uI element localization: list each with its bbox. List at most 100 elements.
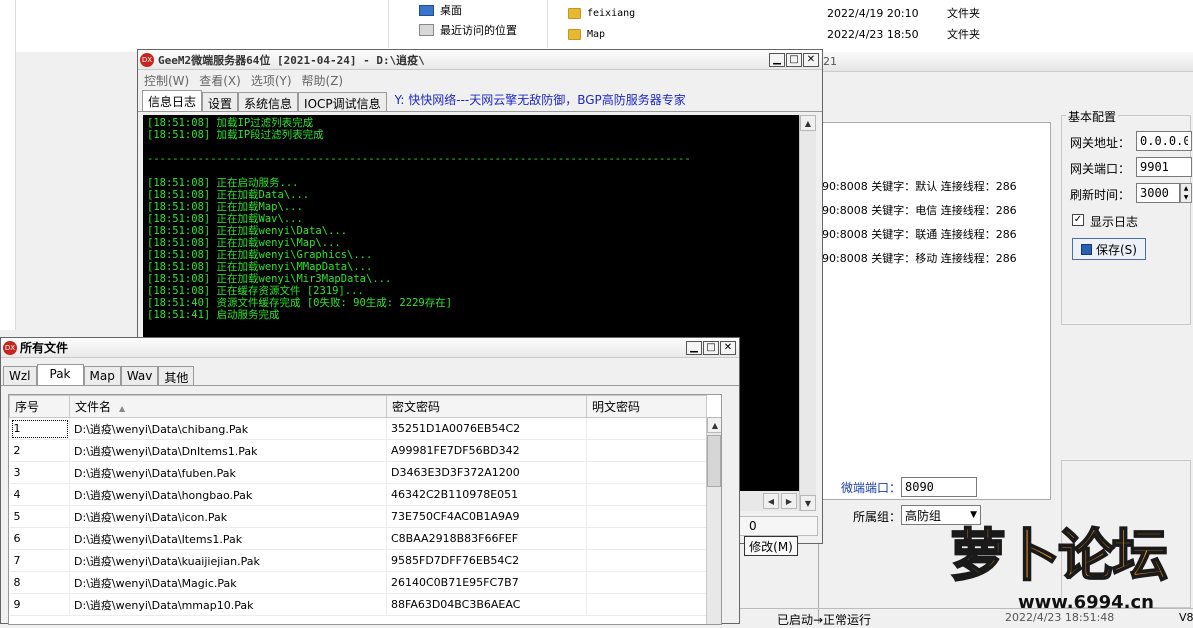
cell-no: 3 bbox=[9, 461, 70, 484]
cell-cipher: 46342C2B110978E051 bbox=[386, 483, 587, 506]
table-row[interactable]: 5 D:\逍疫\wenyi\Data\icon.Pak 73E750CF4AC0B1… bbox=[9, 505, 707, 528]
cell-name: D:\逍疫\wenyi\Data\Magic.Pak bbox=[69, 571, 387, 594]
log-line: [18:51:08] 正在缓存资源文件 [2319]... bbox=[147, 285, 364, 297]
tab-system-info[interactable]: 系统信息 bbox=[238, 92, 299, 111]
cell-cipher: 26140C0B71E95FC7B7 bbox=[386, 571, 587, 594]
cell-cipher: 73E750CF4AC0B1A9A9 bbox=[386, 505, 587, 528]
refresh-spinner[interactable]: ▲ ▼ bbox=[1180, 183, 1192, 203]
files-table: 序号 文件名 ▲ 密文密码 明文密码 1 D:\逍疫\wenyi\Data\chib… bbox=[9, 395, 707, 616]
server-titlebar: DX GeeM2微端服务器64位 [2021-04-24] - D:\逍疫\ ▁… bbox=[138, 50, 822, 70]
gateway-port-input[interactable] bbox=[1136, 157, 1192, 177]
app-logo-icon: DX bbox=[140, 52, 154, 67]
col-no[interactable]: 序号 bbox=[9, 395, 70, 418]
watermark-title: 萝卜论坛 bbox=[949, 523, 1169, 590]
watermark-url: www.6994.cn bbox=[1018, 592, 1154, 613]
table-row[interactable]: 7 D:\逍疫\wenyi\Data\kuaijiejian.Pak 9585FD7… bbox=[9, 549, 707, 572]
gateway-addr-label: 网关地址： bbox=[1070, 136, 1131, 150]
cell-plain bbox=[586, 439, 707, 462]
modify-button[interactable]: 修改(M) bbox=[744, 536, 798, 556]
file-row-feixiang[interactable]: feixiang 2022/4/19 20:10 文件夹 bbox=[568, 5, 980, 21]
save-button[interactable]: 保存(S) bbox=[1072, 238, 1146, 260]
minimize-button[interactable]: ▁ bbox=[769, 52, 785, 67]
minimize-button[interactable]: ▁ bbox=[686, 340, 702, 355]
menu-control[interactable]: 控制(W) bbox=[144, 72, 189, 89]
cell-name: D:\逍疫\wenyi\Data\Items1.Pak bbox=[69, 527, 387, 550]
col-filename[interactable]: 文件名 ▲ bbox=[69, 395, 387, 418]
connection-row: 90:8008 关键字：联通 连接线程：286 bbox=[822, 228, 1017, 241]
log-scrollbar[interactable]: ▲ ▼ bbox=[799, 115, 816, 511]
desktop-icon bbox=[419, 4, 434, 16]
cell-name: D:\逍疫\wenyi\Data\kuaijiejian.Pak bbox=[69, 549, 387, 572]
app-logo-icon: DX bbox=[3, 340, 17, 355]
tab-map[interactable]: Map bbox=[83, 366, 121, 385]
server-title: GeeM2微端服务器64位 [2021-04-24] - D:\逍疫\ bbox=[158, 53, 425, 67]
refresh-time-input[interactable] bbox=[1136, 183, 1180, 203]
table-row[interactable]: 3 D:\逍疫\wenyi\Data\fuben.Pak D3463E3D3F372… bbox=[9, 461, 707, 484]
cell-cipher: 88FA63D04BC3B6AEAC bbox=[386, 593, 587, 616]
folder-icon bbox=[568, 7, 581, 19]
log-hscrollbar[interactable]: ◀ ▶ bbox=[738, 491, 799, 511]
scroll-thumb[interactable] bbox=[707, 435, 721, 487]
close-button[interactable]: ✕ bbox=[803, 52, 819, 67]
scroll-left-icon[interactable]: ◀ bbox=[763, 493, 779, 509]
cell-cipher: 35251D1A0076EB54C2 bbox=[386, 417, 587, 440]
tab-info-log[interactable]: 信息日志 bbox=[142, 90, 203, 111]
table-row[interactable]: 4 D:\逍疫\wenyi\Data\hongbao.Pak 46342C2B110… bbox=[9, 483, 707, 506]
folder-icon bbox=[568, 28, 581, 40]
cell-plain bbox=[586, 483, 707, 506]
nav-item-recent[interactable]: 最近访问的位置 bbox=[419, 22, 517, 38]
ad-banner[interactable]: Y: 快快网络---天网云擎无敌防御，BGP高防服务器专家 bbox=[395, 91, 686, 108]
explorer-window: 桌面 最近访问的位置 feixiang 2022/4/19 20:10 文件夹 … bbox=[0, 0, 1193, 330]
tab-wzl[interactable]: Wzl bbox=[3, 366, 37, 385]
menu-options[interactable]: 选项(Y) bbox=[251, 72, 292, 89]
server-tabbar: 信息日志 设置 系统信息 IOCP调试信息 Y: 快快网络---天网云擎无敌防御… bbox=[138, 90, 822, 112]
gateway-titlebar: 21 bbox=[819, 52, 1193, 72]
tab-pak[interactable]: Pak bbox=[36, 364, 84, 385]
tab-iocp-debug[interactable]: IOCP调试信息 bbox=[298, 92, 387, 111]
log-line: [18:51:08] 正在加载wenyi\Map\... bbox=[147, 237, 341, 249]
nav-item-desktop[interactable]: 桌面 bbox=[419, 2, 462, 18]
scroll-up-icon[interactable]: ▲ bbox=[800, 115, 816, 131]
file-row-map[interactable]: Map 2022/4/23 18:50 文件夹 bbox=[568, 26, 980, 42]
log-line: ----------------------------------------… bbox=[147, 153, 691, 165]
log-line: [18:51:08] 正在加载Wav\... bbox=[147, 213, 303, 225]
basic-config-group: 基本配置 网关地址： 网关端口： 刷新时间： ▲▼ ✓ 显示日志 保存(S) bbox=[1061, 108, 1192, 325]
show-log-checkbox[interactable]: ✓ bbox=[1072, 214, 1084, 226]
table-row[interactable]: 9 D:\逍疫\wenyi\Data\mmap10.Pak 88FA63D04BC3… bbox=[9, 593, 707, 616]
gateway-addr-input[interactable] bbox=[1136, 131, 1192, 151]
cell-no: 2 bbox=[9, 439, 70, 462]
scroll-down-icon[interactable]: ▼ bbox=[800, 495, 816, 511]
recent-places-icon bbox=[419, 24, 434, 36]
files-titlebar: DX 所有文件 ▁ □ ✕ bbox=[1, 338, 739, 358]
sort-up-icon: ▲ bbox=[119, 404, 126, 413]
menu-help[interactable]: 帮助(Z) bbox=[302, 72, 344, 89]
tab-wav[interactable]: Wav bbox=[120, 366, 159, 385]
log-line: [18:51:08] 正在加载wenyi\Mir3MapData\... bbox=[147, 273, 392, 285]
refresh-time-label: 刷新时间： bbox=[1070, 188, 1131, 202]
connection-list: 90:8008 关键字：默认 连接线程：286 90:8008 关键字：电信 连… bbox=[819, 122, 1051, 500]
log-line: [18:51:41] 启动服务完成 bbox=[147, 309, 280, 321]
log-line: [18:51:08] 正在加载Map\... bbox=[147, 201, 303, 213]
maximize-button[interactable]: □ bbox=[703, 340, 719, 355]
cell-cipher: 9585FD7DFF76EB54C2 bbox=[386, 549, 587, 572]
explorer-left-pane bbox=[0, 0, 16, 330]
tab-settings[interactable]: 设置 bbox=[202, 92, 239, 111]
table-row[interactable]: 8 D:\逍疫\wenyi\Data\Magic.Pak 26140C0B71E95… bbox=[9, 571, 707, 594]
scroll-up-icon[interactable]: ▲ bbox=[707, 417, 721, 433]
micro-port-input[interactable] bbox=[901, 477, 977, 497]
table-row[interactable]: 1 D:\逍疫\wenyi\Data\chibang.Pak 35251D1A007… bbox=[9, 417, 707, 440]
col-plain[interactable]: 明文密码 bbox=[586, 395, 707, 418]
col-cipher[interactable]: 密文密码 bbox=[386, 395, 587, 418]
cell-no: 6 bbox=[9, 527, 70, 550]
scroll-right-icon[interactable]: ▶ bbox=[781, 493, 797, 509]
close-button[interactable]: ✕ bbox=[720, 340, 736, 355]
menu-view[interactable]: 查看(X) bbox=[199, 72, 241, 89]
tab-other[interactable]: 其他 bbox=[158, 366, 195, 385]
table-row[interactable]: 6 D:\逍疫\wenyi\Data\Items1.Pak C8BAA2918B83… bbox=[9, 527, 707, 550]
files-scrollbar[interactable]: ▲ bbox=[706, 417, 721, 624]
cell-name: D:\逍疫\wenyi\Data\DnItems1.Pak bbox=[69, 439, 387, 462]
table-row[interactable]: 2 D:\逍疫\wenyi\Data\DnItems1.Pak A99981FE7D… bbox=[9, 439, 707, 462]
counter-box: 0 bbox=[738, 516, 818, 536]
maximize-button[interactable]: □ bbox=[786, 52, 802, 67]
